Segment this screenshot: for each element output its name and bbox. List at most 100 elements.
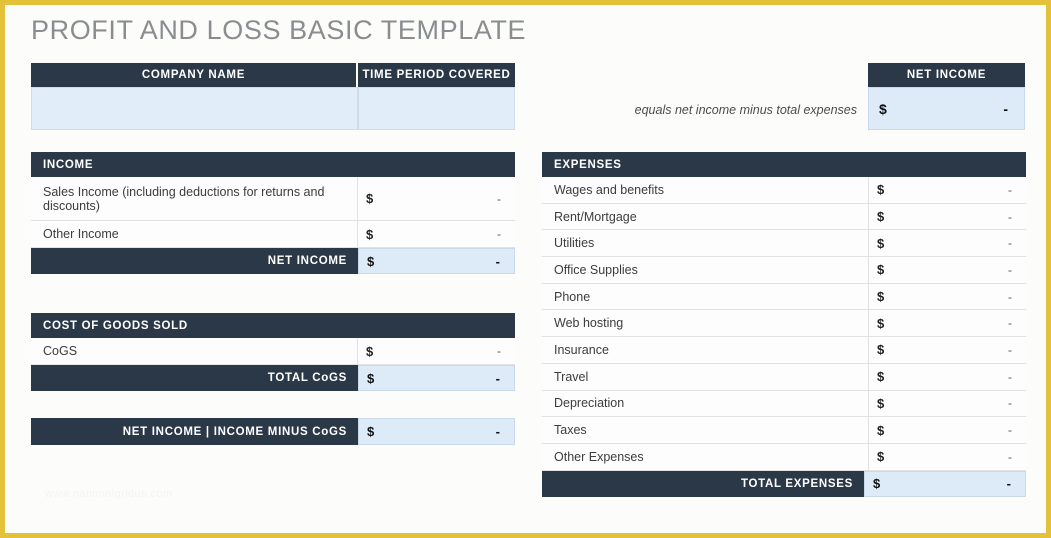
time-period-input[interactable] bbox=[358, 87, 515, 130]
table-row[interactable]: Rent/Mortgage $ - bbox=[542, 203, 1026, 231]
spreadsheet-canvas: PROFIT AND LOSS BASIC TEMPLATE COMPANY N… bbox=[5, 5, 1046, 533]
expense-row-amount-cell[interactable]: $ - bbox=[869, 284, 1026, 310]
table-row[interactable]: Other Income $ - bbox=[31, 221, 515, 248]
document-page: PROFIT AND LOSS BASIC TEMPLATE COMPANY N… bbox=[0, 0, 1051, 538]
expense-row-label: Taxes bbox=[542, 417, 869, 443]
expense-row-value: - bbox=[1008, 423, 1012, 438]
currency-symbol: $ bbox=[366, 191, 374, 206]
cogs-total-row: TOTAL CoGS $ - bbox=[31, 365, 515, 391]
expense-row-value: - bbox=[1008, 449, 1012, 464]
table-row[interactable]: Depreciation $ - bbox=[542, 390, 1026, 418]
expense-row-value: - bbox=[1008, 182, 1012, 197]
company-name-input[interactable] bbox=[31, 87, 358, 130]
net-income-callout-header: NET INCOME bbox=[868, 63, 1025, 87]
expense-row-label: Utilities bbox=[542, 230, 869, 257]
expense-row-label: Office Supplies bbox=[542, 257, 869, 283]
table-row[interactable]: Office Supplies $ - bbox=[542, 257, 1026, 284]
expenses-table-header: EXPENSES bbox=[542, 152, 1026, 177]
expense-row-value: - bbox=[1008, 209, 1012, 224]
currency-symbol: $ bbox=[877, 315, 885, 331]
expense-row-amount-cell[interactable]: $ - bbox=[869, 230, 1026, 256]
table-row[interactable]: Other Expenses $ - bbox=[542, 443, 1026, 471]
expense-row-amount-cell[interactable]: $ - bbox=[869, 444, 1026, 470]
income-total-row: NET INCOME $ - bbox=[31, 248, 515, 274]
table-row[interactable]: Wages and benefits $ - bbox=[542, 177, 1026, 204]
table-row[interactable]: Phone $ - bbox=[542, 283, 1026, 311]
company-info-input-row bbox=[31, 87, 515, 130]
income-total-value: - bbox=[495, 253, 500, 269]
net-income-callout-value: - bbox=[1003, 100, 1008, 117]
cogs-table: COST OF GOODS SOLD CoGS $ - TOTAL CoGS $… bbox=[31, 313, 515, 391]
currency-symbol: $ bbox=[877, 182, 885, 198]
company-name-header: COMPANY NAME bbox=[31, 63, 358, 87]
income-total-label: NET INCOME bbox=[31, 248, 358, 274]
currency-symbol: $ bbox=[877, 369, 885, 385]
income-row-value: - bbox=[497, 191, 501, 206]
expense-row-value: - bbox=[1008, 369, 1012, 384]
currency-symbol: $ bbox=[873, 476, 881, 492]
net-income-minus-cogs-amount-cell[interactable]: $ - bbox=[358, 418, 515, 445]
watermark: www.nationalgridus.com bbox=[45, 488, 173, 500]
expense-row-amount-cell[interactable]: $ - bbox=[869, 204, 1026, 230]
currency-symbol: $ bbox=[877, 262, 885, 278]
cogs-row-amount-cell[interactable]: $ - bbox=[358, 338, 515, 364]
expense-row-value: - bbox=[1008, 316, 1012, 331]
company-info-block: COMPANY NAME TIME PERIOD COVERED bbox=[31, 63, 515, 130]
cogs-total-amount-cell[interactable]: $ - bbox=[358, 365, 515, 391]
table-row[interactable]: Web hosting $ - bbox=[542, 310, 1026, 338]
expense-row-amount-cell[interactable]: $ - bbox=[869, 364, 1026, 390]
expenses-table: EXPENSES Wages and benefits $ - Rent/Mor… bbox=[542, 152, 1026, 497]
expense-row-label: Rent/Mortgage bbox=[542, 203, 869, 230]
income-row-label: Sales Income (including deductions for r… bbox=[31, 177, 358, 220]
table-row[interactable]: Taxes $ - bbox=[542, 417, 1026, 444]
income-table: INCOME Sales Income (including deduction… bbox=[31, 152, 515, 274]
expense-row-value: - bbox=[1008, 236, 1012, 251]
table-row[interactable]: Sales Income (including deductions for r… bbox=[31, 177, 515, 221]
expenses-total-label: TOTAL EXPENSES bbox=[542, 470, 864, 497]
expense-row-value: - bbox=[1008, 262, 1012, 277]
expense-row-amount-cell[interactable]: $ - bbox=[869, 177, 1026, 203]
expense-row-amount-cell[interactable]: $ - bbox=[869, 417, 1026, 443]
income-table-header: INCOME bbox=[31, 152, 515, 177]
currency-symbol: $ bbox=[877, 289, 885, 305]
currency-symbol: $ bbox=[367, 424, 375, 439]
cogs-row-value: - bbox=[497, 344, 501, 358]
currency-symbol: $ bbox=[877, 235, 885, 251]
table-row[interactable]: CoGS $ - bbox=[31, 338, 515, 365]
income-row-amount-cell[interactable]: $ - bbox=[358, 221, 515, 247]
table-row[interactable]: Travel $ - bbox=[542, 363, 1026, 391]
company-info-header-row: COMPANY NAME TIME PERIOD COVERED bbox=[31, 63, 515, 87]
income-row-amount-cell[interactable]: $ - bbox=[358, 177, 515, 220]
net-income-callout-box: NET INCOME $ - bbox=[868, 63, 1025, 130]
currency-symbol: $ bbox=[367, 253, 375, 269]
income-total-amount-cell[interactable]: $ - bbox=[358, 248, 515, 274]
currency-symbol: $ bbox=[877, 449, 885, 465]
net-income-callout-value-cell[interactable]: $ - bbox=[868, 87, 1025, 130]
time-period-header: TIME PERIOD COVERED bbox=[358, 63, 515, 87]
table-row[interactable]: Insurance $ - bbox=[542, 337, 1026, 364]
cogs-total-value: - bbox=[495, 370, 500, 386]
currency-symbol: $ bbox=[877, 422, 885, 438]
currency-symbol: $ bbox=[366, 343, 374, 359]
cogs-total-label: TOTAL CoGS bbox=[31, 365, 358, 391]
expense-row-amount-cell[interactable]: $ - bbox=[869, 391, 1026, 417]
net-income-minus-cogs-row: NET INCOME | INCOME MINUS CoGS $ - bbox=[31, 418, 515, 445]
page-title: PROFIT AND LOSS BASIC TEMPLATE bbox=[31, 15, 527, 45]
expenses-total-amount-cell[interactable]: $ - bbox=[864, 470, 1026, 497]
currency-symbol: $ bbox=[877, 209, 885, 225]
currency-symbol: $ bbox=[879, 100, 887, 117]
table-row[interactable]: Utilities $ - bbox=[542, 230, 1026, 258]
expense-row-label: Other Expenses bbox=[542, 443, 869, 470]
expense-row-amount-cell[interactable]: $ - bbox=[869, 337, 1026, 363]
expenses-total-value: - bbox=[1006, 476, 1011, 492]
income-row-value: - bbox=[497, 227, 501, 241]
income-row-label: Other Income bbox=[31, 221, 358, 247]
currency-symbol: $ bbox=[367, 370, 375, 386]
net-income-minus-cogs-value: - bbox=[495, 424, 500, 439]
expense-row-label: Insurance bbox=[542, 337, 869, 363]
currency-symbol: $ bbox=[877, 342, 885, 358]
cogs-table-header: COST OF GOODS SOLD bbox=[31, 313, 515, 338]
expense-row-amount-cell[interactable]: $ - bbox=[869, 310, 1026, 336]
net-income-note: equals net income minus total expenses bbox=[634, 103, 857, 117]
expense-row-amount-cell[interactable]: $ - bbox=[869, 257, 1026, 283]
